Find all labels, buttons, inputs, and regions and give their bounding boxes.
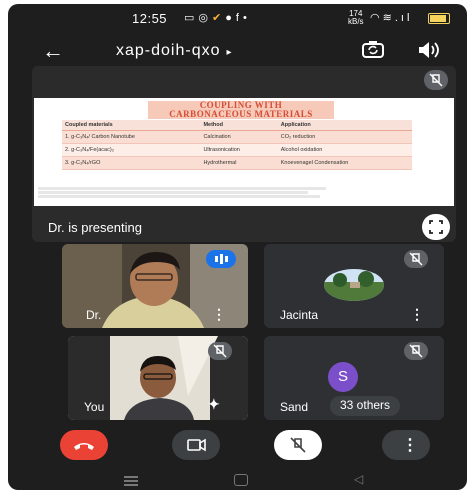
- slide-references: [38, 186, 338, 199]
- battery-icon: [428, 13, 450, 24]
- table-header: Method: [200, 120, 278, 131]
- call-controls: ⋮: [8, 424, 467, 464]
- video-camera-icon: [187, 438, 206, 452]
- participant-tile-you[interactable]: You ✦: [68, 336, 248, 420]
- net-speed: 174 kB/s: [348, 10, 364, 26]
- more-vert-icon: ⋮: [402, 437, 418, 454]
- presentation-tile[interactable]: COUPLING WITH CARBONACEOUS MATERIALS Cou…: [32, 66, 456, 242]
- table-row: 3. g-C₃N₄/rGO Hydrothermal Knoevenagel C…: [62, 156, 412, 170]
- wifi-icon: ◠: [370, 12, 383, 24]
- table-cell: 1. g-C₃N₄/ Carbon Nanotube: [62, 130, 201, 144]
- mic-off-icon: [424, 70, 448, 90]
- net-speed-unit: kB/s: [348, 17, 364, 26]
- status-bar: 12:55 ▭◎✔●f• 174 kB/s ◠≋.ıl: [8, 10, 467, 28]
- back-arrow-icon[interactable]: ←: [42, 38, 64, 64]
- effects-sparkle-icon[interactable]: ✦: [208, 396, 220, 413]
- switch-camera-icon[interactable]: [360, 39, 386, 61]
- participant-tile-dr[interactable]: Dr. ⋮: [62, 244, 248, 328]
- meeting-code-text: xap-doih-qxo: [116, 42, 221, 59]
- participant-tile-jacinta[interactable]: Jacinta ⋮: [264, 244, 444, 328]
- participant-avatar: [324, 269, 384, 301]
- signal-icon: .ıl: [394, 12, 413, 24]
- volte-icon: ≋: [382, 12, 395, 24]
- mic-off-icon: [208, 342, 232, 360]
- mic-off-icon: [404, 342, 428, 360]
- participant-avatar-initial: S: [328, 362, 358, 392]
- table-cell: Ultrasonication: [200, 143, 278, 157]
- recents-icon[interactable]: [124, 476, 138, 478]
- table-row: 2. g-C₃N₄/Fe(acac)₃ Ultrasonication Alco…: [62, 143, 412, 157]
- table-row: 1. g-C₃N₄/ Carbon Nanotube Calcination C…: [62, 130, 412, 144]
- notification-icons: ▭◎✔●f•: [184, 11, 251, 24]
- more-options-button[interactable]: ⋮: [382, 430, 430, 460]
- presenting-label: Dr. is presenting: [48, 220, 142, 235]
- shared-slide: COUPLING WITH CARBONACEOUS MATERIALS Cou…: [34, 98, 454, 206]
- facebook-icon: f: [235, 12, 243, 24]
- fullscreen-icon[interactable]: [422, 214, 450, 240]
- table-cell: Calcination: [200, 130, 278, 144]
- slide-title-line2: CARBONACEOUS MATERIALS: [169, 109, 313, 119]
- camera-toggle-button[interactable]: [172, 430, 220, 460]
- others-count-badge[interactable]: 33 others: [330, 396, 401, 416]
- message-icon: ▭: [184, 12, 199, 24]
- table-cell: 2. g-C₃N₄/Fe(acac)₃: [62, 143, 201, 157]
- microphone-toggle-button[interactable]: [274, 430, 322, 460]
- table-cell: 3. g-C₃N₄/rGO: [62, 156, 201, 170]
- back-nav-icon[interactable]: ◁: [354, 472, 363, 486]
- phone-screen: 12:55 ▭◎✔●f• 174 kB/s ◠≋.ıl ← xap-doih-q…: [8, 4, 467, 490]
- meeting-header: ← xap-doih-qxo ▸: [8, 36, 467, 66]
- end-call-button[interactable]: [60, 430, 108, 460]
- table-cell: Knoevenagel Condensation: [277, 156, 412, 170]
- speaking-indicator-icon: [206, 250, 236, 268]
- mic-off-icon: [290, 437, 306, 453]
- status-time: 12:55: [132, 11, 168, 26]
- slide-table: Coupled materials Method Application 1. …: [62, 120, 412, 170]
- participant-name: Jacinta: [280, 308, 319, 322]
- table-header: Application: [277, 120, 412, 131]
- expand-arrow-icon: ▸: [226, 47, 233, 58]
- home-icon[interactable]: [234, 474, 248, 486]
- more-options-icon[interactable]: ⋮: [212, 306, 226, 323]
- table-header: Coupled materials: [62, 120, 201, 131]
- participant-name: Dr.: [86, 308, 102, 322]
- slide-title: COUPLING WITH CARBONACEOUS MATERIALS: [148, 101, 334, 119]
- more-options-icon[interactable]: ⋮: [410, 306, 424, 323]
- participant-name: You: [84, 400, 105, 414]
- dot-icon: •: [242, 12, 251, 24]
- table-cell: Hydrothermal: [200, 156, 278, 170]
- speaker-icon[interactable]: [415, 39, 441, 61]
- end-call-icon: [74, 443, 94, 450]
- table-cell: Alcohol oxidation: [277, 143, 412, 157]
- whatsapp-icon: ◎: [198, 12, 213, 24]
- participant-tile-others[interactable]: S Sand 33 others: [264, 336, 444, 420]
- check-icon: ✔: [212, 12, 226, 24]
- meeting-code[interactable]: xap-doih-qxo ▸: [116, 42, 233, 60]
- table-cell: CO₂ reduction: [277, 130, 412, 144]
- participant-name: Sand: [280, 400, 309, 414]
- dot-icon: ●: [225, 12, 236, 24]
- system-nav-bar: ◁: [8, 472, 467, 490]
- mic-off-icon: [404, 250, 428, 268]
- signal-icons: ◠≋.ıl: [370, 11, 412, 24]
